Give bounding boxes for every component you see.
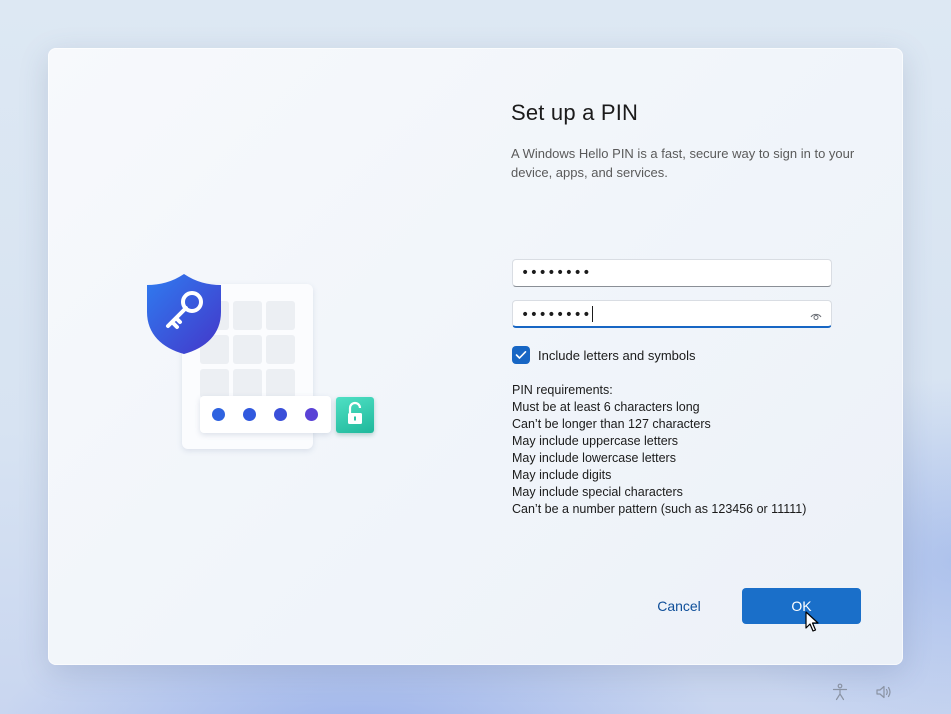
requirements-heading: PIN requirements: [512, 383, 613, 397]
pin-dots-bar [200, 396, 331, 433]
include-letters-checkbox[interactable] [512, 346, 530, 364]
pin-dot [274, 408, 287, 421]
requirement-item: May include digits [512, 468, 612, 482]
keypad-key [200, 369, 229, 398]
shield-key-icon [144, 272, 224, 356]
requirement-item: May include lowercase letters [512, 451, 676, 465]
keypad-key [233, 301, 262, 330]
requirement-item: Can’t be a number pattern (such as 12345… [512, 502, 807, 516]
requirement-item: Must be at least 6 characters long [512, 400, 700, 414]
requirement-item: May include uppercase letters [512, 434, 679, 448]
unlocked-padlock-icon [336, 397, 374, 433]
cancel-button[interactable]: Cancel [642, 588, 716, 624]
dialog-title: Set up a PIN [511, 100, 639, 125]
keypad-key [233, 369, 262, 398]
setup-pin-dialog: Set up a PIN A Windows Hello PIN is a fa… [48, 48, 903, 665]
new-pin-value: •••••••• [521, 265, 592, 281]
pin-dot [305, 408, 318, 421]
confirm-pin-value-wrap: •••••••• [521, 306, 594, 323]
keypad-key [266, 369, 295, 398]
accessibility-icon[interactable] [831, 683, 849, 701]
include-letters-checkbox-row[interactable]: Include letters and symbols [512, 345, 696, 365]
requirement-item: Can’t be longer than 127 characters [512, 417, 711, 431]
checkmark-icon [515, 351, 527, 359]
pin-illustration [144, 272, 384, 462]
dialog-description: A Windows Hello PIN is a fast, secure wa… [511, 146, 855, 180]
keypad-key [233, 335, 262, 364]
pin-dot [212, 408, 225, 421]
keypad-key [266, 335, 295, 364]
checkbox-label: Include letters and symbols [538, 347, 696, 363]
confirm-pin-field[interactable]: •••••••• [512, 300, 832, 328]
text-caret [592, 306, 594, 322]
eye-icon[interactable] [810, 309, 822, 320]
confirm-pin-value: •••••••• [521, 307, 592, 323]
new-pin-field[interactable]: •••••••• [512, 259, 832, 287]
pin-requirements: PIN requirements: Must be at least 6 cha… [512, 382, 806, 518]
requirement-item: May include special characters [512, 485, 683, 499]
ok-button[interactable]: OK [742, 588, 861, 624]
mouse-pointer-icon [805, 611, 819, 632]
keypad-key [266, 301, 295, 330]
pin-dot [243, 408, 256, 421]
volume-icon[interactable] [875, 683, 893, 701]
